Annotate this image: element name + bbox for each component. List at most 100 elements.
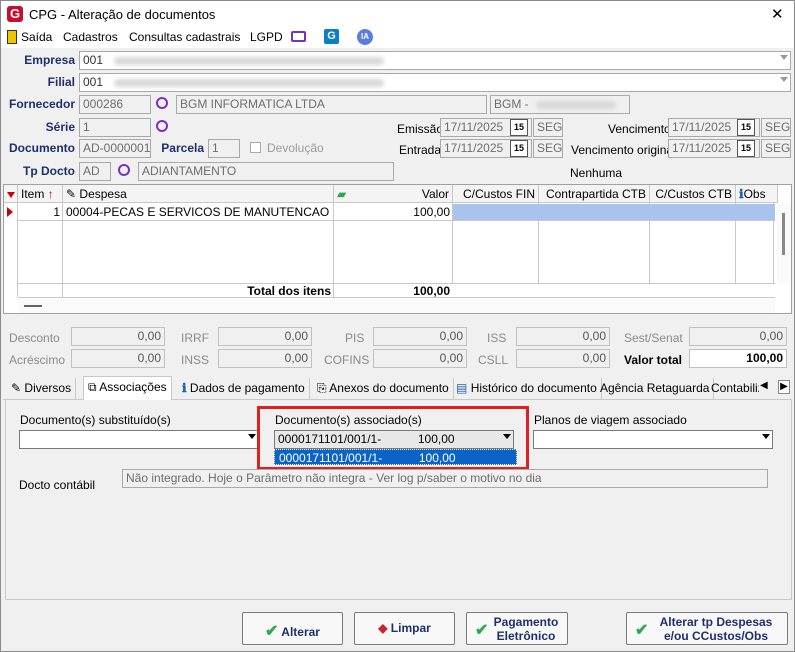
- column-header-contrapartida-ctb[interactable]: Contrapartida CTB: [539, 185, 650, 203]
- hscroll-thumb[interactable]: [24, 305, 42, 307]
- filial-dropdown-icon[interactable]: [780, 77, 788, 82]
- emissao-day-field: SEG: [533, 118, 563, 137]
- filial-combo[interactable]: 001: [79, 73, 791, 92]
- emissao-calendar-icon[interactable]: 15: [510, 119, 528, 136]
- scroll-thumb[interactable]: [782, 213, 785, 255]
- fornecedor-search-icon[interactable]: [156, 97, 168, 109]
- column-header-item-label: Item: [21, 187, 45, 201]
- serie-label: Série: [45, 120, 75, 134]
- planos-viagem-combo[interactable]: [533, 430, 773, 449]
- main-window: G CPG - Alteração de documentos ✕ Saída …: [0, 0, 795, 652]
- column-header-item[interactable]: Item ↑: [18, 185, 63, 203]
- tab-scroll-left-icon[interactable]: ◀: [760, 380, 768, 391]
- column-header-ccustos-ctb[interactable]: C/Custos CTB: [650, 185, 736, 203]
- documentos-associados-value: 0000171101/001/1- 100,00: [278, 432, 455, 446]
- inss-field: 0,00: [218, 349, 312, 368]
- filial-label: Filial: [47, 75, 75, 89]
- fornecedor-extra-redacted: [536, 100, 617, 109]
- row-selector-icon: [7, 207, 13, 217]
- close-button[interactable]: ✕: [771, 5, 784, 23]
- acrescimo-field: 0,00: [71, 349, 165, 368]
- iss-label: ISS: [487, 331, 507, 345]
- column-header-despesa[interactable]: ✎ Despesa: [63, 185, 334, 203]
- menu-lgpd[interactable]: LGPD: [250, 30, 283, 44]
- empresa-label: Empresa: [24, 53, 75, 67]
- chevron-down-icon[interactable]: [248, 434, 256, 439]
- check-icon: ✔: [475, 622, 489, 639]
- menu-bar: Saída Cadastros Consultas cadastrais LGP…: [1, 28, 794, 48]
- serie-field[interactable]: 1: [79, 118, 151, 137]
- alterar-tp-line2: e/ou CCustos/Obs: [663, 629, 768, 643]
- cofins-field: 0,00: [373, 349, 467, 368]
- alterar-button[interactable]: ✔ Alterar: [242, 612, 343, 645]
- irrf-label: IRRF: [181, 331, 209, 345]
- app-logo-icon: G: [7, 6, 23, 22]
- vencimento-calendar-icon[interactable]: 15: [737, 119, 755, 136]
- paperclip-icon: ⎘: [317, 381, 327, 395]
- total-value: 100,00: [413, 284, 450, 298]
- sest-senat-label: Sest/Senat: [624, 331, 683, 345]
- grid-indicator-header: [4, 185, 18, 203]
- tab-scroll-right-icon[interactable]: ▶: [778, 380, 790, 394]
- empresa-combo[interactable]: 001: [79, 51, 791, 70]
- devolucao-checkbox[interactable]: [250, 142, 261, 153]
- table-row[interactable]: 1 00004-PECAS E SERVICOS DE MANUTENCAO 1…: [7, 204, 775, 221]
- documentos-substituidos-combo[interactable]: [19, 430, 259, 449]
- fornecedor-label: Fornecedor: [8, 97, 75, 111]
- iss-field: 0,00: [516, 327, 610, 346]
- info-icon: ℹ: [182, 381, 187, 395]
- chevron-down-icon[interactable]: [762, 434, 770, 439]
- tab-agencia-retaguarda[interactable]: Agência Retaguarda: [596, 378, 715, 399]
- document-icon: ▤: [456, 381, 468, 395]
- parcela-field[interactable]: 1: [208, 139, 240, 158]
- horizontal-scrollbar[interactable]: [18, 299, 775, 313]
- tab-anexos[interactable]: ⎘ Anexos do documento: [313, 378, 454, 399]
- serie-search-icon[interactable]: [156, 120, 168, 132]
- limpar-button[interactable]: ◆ Limpar: [354, 612, 455, 645]
- tpdocto-search-icon[interactable]: [118, 164, 130, 176]
- pagamento-eletronico-button[interactable]: ✔ Pagamento Eletrônico: [466, 612, 568, 645]
- monitor-icon[interactable]: [291, 31, 306, 42]
- menu-consultas-cadastrais[interactable]: Consultas cadastrais: [129, 30, 240, 44]
- g-app-icon[interactable]: G: [324, 29, 339, 44]
- tab-dados-pagamento[interactable]: ℹ Dados de pagamento: [178, 378, 310, 399]
- documento-label: Documento: [9, 141, 75, 155]
- title-bar: G CPG - Alteração de documentos ✕: [1, 1, 794, 28]
- tpdocto-code-field[interactable]: AD: [79, 162, 111, 181]
- column-header-valor[interactable]: ▰ Valor: [334, 185, 453, 203]
- column-header-valor-label: Valor: [421, 187, 449, 201]
- column-header-ccustos-fin[interactable]: C/Custos FIN: [453, 185, 539, 203]
- alterar-tp-despesas-button[interactable]: ✔ Alterar tp Despesas e/ou CCustos/Obs: [626, 612, 788, 645]
- fornecedor-code-field[interactable]: 000286: [79, 95, 151, 114]
- documentos-associados-option[interactable]: 0000171101/001/1- 100,00: [274, 449, 517, 465]
- ia-icon[interactable]: IA: [357, 29, 373, 45]
- window-title: CPG - Alteração de documentos: [29, 7, 216, 22]
- tab-diversos[interactable]: ✎ Diversos: [7, 378, 77, 399]
- tab-historico[interactable]: ▤ Histórico do documento: [452, 378, 602, 399]
- tab-panel: Documento(s) substituído(s) Documento(s)…: [5, 400, 792, 600]
- menu-cadastros[interactable]: Cadastros: [63, 30, 118, 44]
- cell-item: 1: [53, 205, 60, 219]
- empresa-value: 001: [83, 53, 104, 67]
- filial-redacted: [114, 78, 385, 87]
- tab-associacoes[interactable]: ⧉ Associações: [83, 376, 172, 400]
- cell-selected-highlight: [453, 204, 775, 220]
- fornecedor-name-field: BGM INFORMATICA LTDA: [176, 95, 487, 114]
- column-header-obs[interactable]: ℹObs: [736, 185, 778, 203]
- vertical-scrollbar[interactable]: [777, 203, 791, 283]
- money-icon: ▰: [337, 187, 347, 201]
- vencimento-original-calendar-icon[interactable]: 15: [737, 140, 755, 157]
- planos-viagem-label: Planos de viagem associado: [534, 413, 687, 427]
- empresa-dropdown-icon[interactable]: [780, 55, 788, 60]
- documento-field[interactable]: AD-0000001: [79, 139, 151, 158]
- desconto-field: 0,00: [71, 327, 165, 346]
- menu-saida[interactable]: Saída: [21, 30, 52, 44]
- total-label: Total dos itens: [247, 284, 331, 298]
- docto-contabil-label: Docto contábil: [19, 478, 96, 492]
- fornecedor-extra-field: BGM -: [490, 95, 630, 114]
- documentos-associados-combo[interactable]: 0000171101/001/1- 100,00: [274, 430, 514, 449]
- entrada-calendar-icon[interactable]: 15: [510, 140, 528, 157]
- tab-contabiliz[interactable]: Contabiliz: [707, 378, 759, 399]
- vencimento-day-field: SEG: [761, 118, 791, 137]
- chevron-down-icon[interactable]: [503, 434, 511, 439]
